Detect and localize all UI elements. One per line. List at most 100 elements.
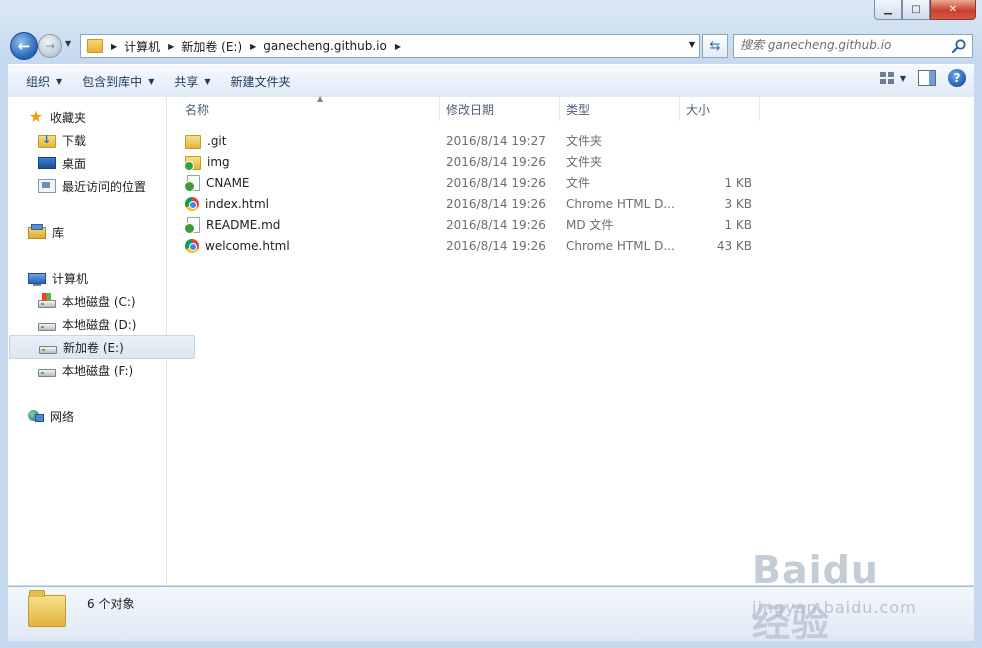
column-header-type[interactable]: 类型	[560, 97, 680, 121]
file-row-readme[interactable]: README.md 2016/8/14 19:26 MD 文件 1 KB	[167, 214, 767, 235]
view-options-dropdown[interactable]: ▼	[900, 74, 906, 83]
file-name-cell: index.html	[185, 193, 435, 214]
include-in-library-menu[interactable]: 包含到库中 ▼	[72, 69, 164, 93]
file-size: 43 KB	[716, 238, 752, 253]
chevron-down-icon: ▼	[148, 76, 155, 86]
search-input[interactable]	[740, 38, 940, 52]
drive-icon	[38, 369, 56, 377]
item-count: 6 个对象	[87, 597, 135, 611]
chevron-right-icon[interactable]: ▶	[250, 42, 256, 51]
back-button[interactable]: ←	[10, 32, 38, 60]
back-arrow-icon: ←	[17, 37, 31, 55]
file-row-welcome-html[interactable]: welcome.html 2016/8/14 19:26 Chrome HTML…	[167, 235, 767, 256]
sidebar-item-libraries[interactable]: 库	[8, 221, 184, 243]
chevron-right-icon[interactable]: ▶	[111, 42, 117, 51]
refresh-icon: ⇆	[709, 38, 721, 54]
computer-icon	[28, 272, 46, 286]
star-icon: ★	[28, 107, 44, 126]
system-drive-icon	[38, 293, 56, 308]
file-name: welcome.html	[205, 238, 290, 253]
share-label: 共享	[174, 74, 199, 89]
folder-icon	[87, 39, 103, 53]
chevron-right-icon[interactable]: ▶	[168, 42, 174, 51]
file-name-cell: README.md	[185, 214, 435, 235]
file-size	[680, 130, 752, 151]
file-size: 3 KB	[724, 196, 752, 211]
downloads-folder-icon	[38, 133, 56, 148]
navigation-pane: ★ 收藏夹 下载 桌面 最近访问的位置 库 计算机	[8, 97, 195, 585]
search-icon[interactable]	[951, 38, 967, 54]
file-name: img	[207, 154, 230, 169]
sidebar-item-label: 本地磁盘 (D:)	[62, 317, 137, 332]
column-header-label: 修改日期	[446, 102, 495, 117]
forward-button[interactable]: →	[38, 34, 62, 58]
share-menu[interactable]: 共享 ▼	[164, 69, 220, 93]
address-bar[interactable]: ▶ 计算机 ▶ 新加卷 (E:) ▶ ganecheng.github.io ▶…	[80, 34, 700, 58]
file-row-cname[interactable]: CNAME 2016/8/14 19:26 文件 1 KB	[167, 172, 767, 193]
minimize-button[interactable]: ▁	[874, 0, 902, 20]
refresh-button[interactable]: ⇆	[702, 34, 728, 58]
forward-arrow-icon: →	[44, 39, 56, 53]
organize-label: 组织	[26, 74, 51, 89]
include-in-library-label: 包含到库中	[82, 74, 143, 89]
sidebar-item-label: 新加卷 (E:)	[63, 340, 124, 355]
address-history-dropdown[interactable]: ▼	[689, 40, 695, 49]
chevron-down-icon: ▼	[65, 39, 72, 48]
sidebar-item-computer[interactable]: 计算机	[8, 267, 184, 289]
breadcrumb-drive-e[interactable]: 新加卷 (E:)	[181, 38, 242, 55]
file-date: 2016/8/14 19:26	[446, 238, 546, 253]
view-controls: ▼ ?	[879, 69, 966, 87]
view-options-icon[interactable]	[879, 72, 894, 84]
close-button[interactable]: ✕	[930, 0, 976, 20]
recent-places-icon	[38, 179, 56, 193]
file-name: index.html	[205, 196, 269, 211]
sidebar-item-favorites[interactable]: ★ 收藏夹	[8, 106, 184, 128]
file-type: MD 文件	[566, 218, 614, 232]
chrome-html-icon	[185, 238, 199, 253]
breadcrumb-computer[interactable]: 计算机	[124, 38, 160, 55]
file-name-cell: welcome.html	[185, 235, 435, 256]
new-folder-button[interactable]: 新建文件夹	[221, 69, 301, 93]
file-row-git[interactable]: .git 2016/8/14 19:27 文件夹	[167, 130, 767, 151]
maximize-button[interactable]: □	[902, 0, 930, 20]
file-name-cell: img	[185, 151, 435, 172]
network-icon	[28, 409, 44, 423]
sidebar-item-label: 收藏夹	[50, 110, 87, 125]
file-date: 2016/8/14 19:26	[446, 175, 546, 190]
sidebar-item-label: 本地磁盘 (C:)	[62, 294, 136, 309]
preview-pane-icon[interactable]	[918, 70, 936, 86]
sidebar-item-label: 最近访问的位置	[62, 179, 147, 194]
explorer-window: ▁ □ ✕ ← → ▼ ▶ 计算机 ▶ 新加卷 (E:) ▶ ganecheng…	[0, 0, 982, 648]
new-folder-label: 新建文件夹	[230, 74, 291, 89]
content-area: ★ 收藏夹 下载 桌面 最近访问的位置 库 计算机	[8, 94, 974, 585]
folder-icon	[185, 156, 201, 171]
file-date: 2016/8/14 19:26	[446, 217, 546, 232]
file-date: 2016/8/14 19:26	[446, 196, 546, 211]
sidebar-item-network[interactable]: 网络	[8, 405, 184, 427]
sort-ascending-icon: ▲	[317, 94, 324, 103]
file-name: README.md	[206, 217, 281, 232]
window-controls: ▁ □ ✕	[874, 0, 976, 20]
column-header-name[interactable]: 名称 ▲	[179, 94, 440, 121]
column-header-date[interactable]: 修改日期	[440, 97, 560, 121]
file-row-img[interactable]: img 2016/8/14 19:26 文件夹	[167, 151, 767, 172]
chevron-right-icon[interactable]: ▶	[395, 42, 401, 51]
recent-pages-dropdown[interactable]: ▼	[65, 39, 71, 48]
organize-menu[interactable]: 组织 ▼	[16, 69, 72, 93]
help-icon[interactable]: ?	[948, 69, 966, 87]
file-size	[680, 151, 752, 172]
baidu-jingyan-watermark: Baidu 经验 jingyan.baidu.com	[752, 548, 932, 645]
library-icon	[28, 224, 46, 239]
file-row-index-html[interactable]: index.html 2016/8/14 19:26 Chrome HTML D…	[167, 193, 767, 214]
file-date: 2016/8/14 19:26	[446, 154, 546, 169]
command-bar: 组织 ▼ 包含到库中 ▼ 共享 ▼ 新建文件夹 ▼ ?	[8, 64, 974, 98]
search-box[interactable]	[733, 34, 973, 58]
column-header-size[interactable]: 大小	[680, 97, 760, 121]
file-icon	[185, 174, 200, 192]
file-type: Chrome HTML D...	[566, 196, 675, 211]
breadcrumb-current-folder[interactable]: ganecheng.github.io	[263, 39, 387, 53]
sidebar-item-label: 本地磁盘 (F:)	[62, 363, 134, 378]
folder-icon	[185, 135, 201, 149]
chrome-html-icon	[185, 196, 199, 211]
sidebar-item-label: 桌面	[62, 156, 87, 171]
